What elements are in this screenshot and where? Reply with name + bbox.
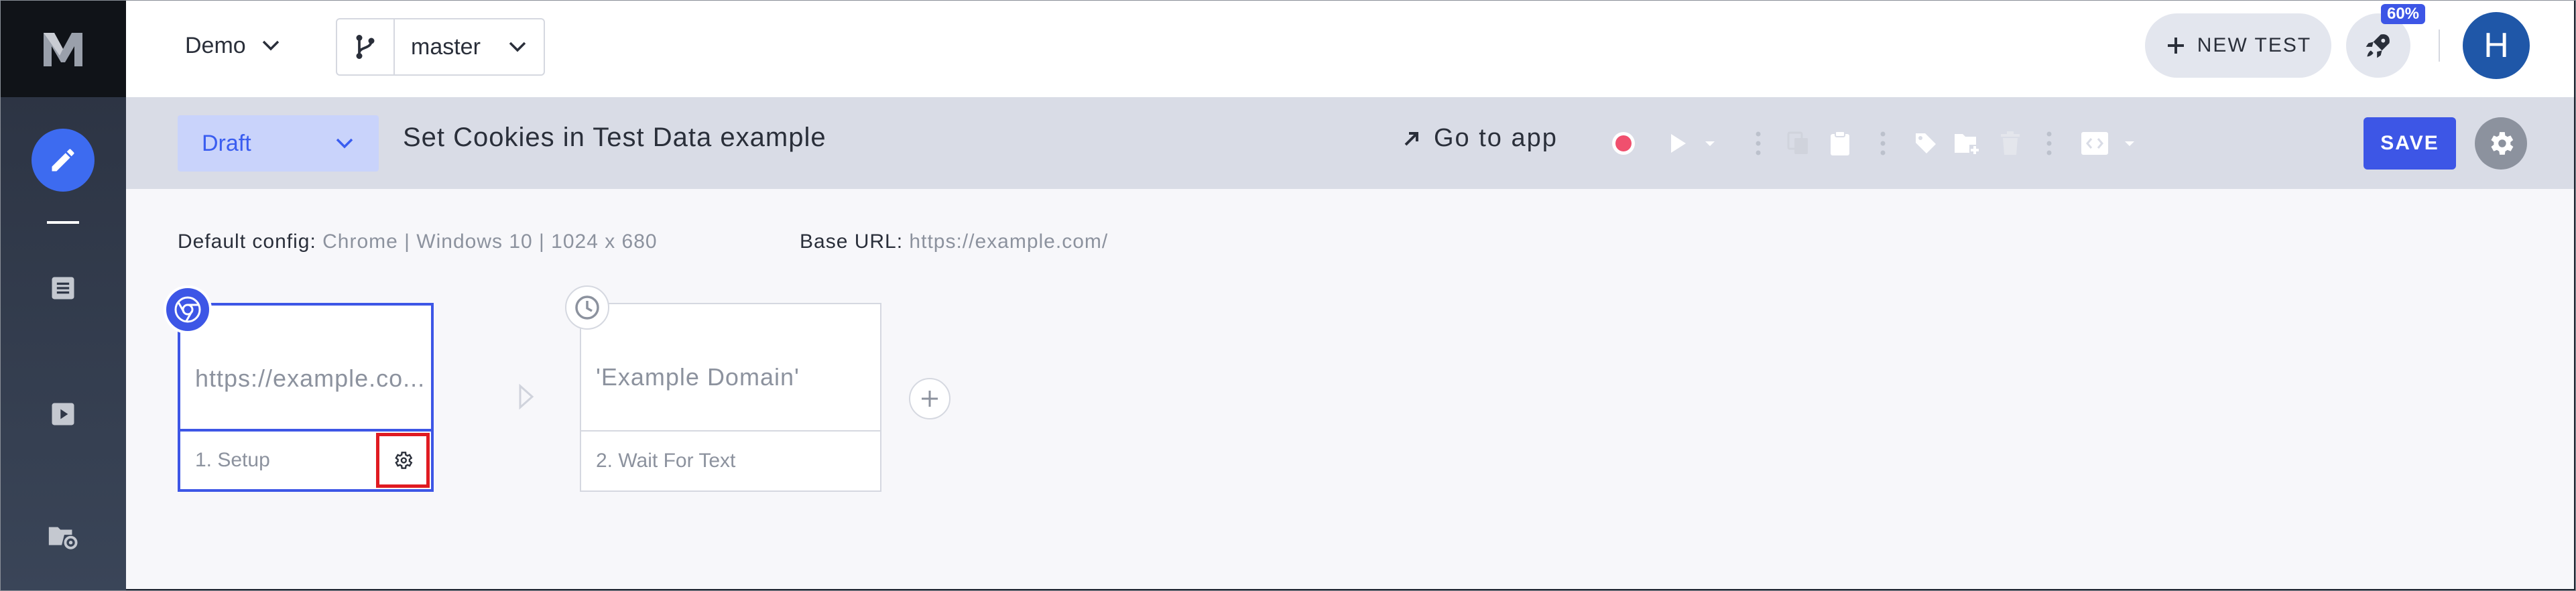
clipboard-icon	[1831, 131, 1849, 155]
gear-icon	[2491, 132, 2514, 155]
new-test-button[interactable]: NEW TEST	[2145, 13, 2331, 78]
copy-button[interactable]	[1782, 127, 1815, 160]
pencil-icon	[52, 149, 74, 172]
browser-badge	[164, 285, 212, 334]
project-selector[interactable]: Demo	[185, 27, 281, 64]
step-connector	[517, 383, 535, 413]
code-export-button[interactable]	[2078, 127, 2111, 160]
kebab-icon	[1756, 131, 1761, 155]
test-list-nav-button[interactable]	[0, 273, 126, 303]
play-box-icon	[52, 403, 74, 425]
tag-button[interactable]	[1909, 127, 1943, 160]
run-options-dropdown[interactable]	[1693, 127, 1727, 160]
code-export-dropdown[interactable]	[2113, 127, 2146, 160]
default-config-label: Default config:	[178, 231, 316, 253]
run-button[interactable]	[1661, 127, 1695, 160]
folder-plus-icon	[1955, 134, 1979, 154]
code-icon	[2081, 132, 2108, 155]
step-text: https://example.co...	[195, 365, 426, 392]
plus-icon	[2167, 38, 2184, 54]
default-config[interactable]: Default config: Chrome | Windows 10 | 10…	[178, 231, 658, 253]
branch-icon-box	[337, 19, 395, 74]
base-url[interactable]: Base URL: https://example.com/	[800, 231, 1108, 253]
step-text: 'Example Domain'	[596, 363, 800, 391]
progress-badge: 60%	[2381, 4, 2425, 24]
branch-selector[interactable]: master	[336, 18, 545, 76]
test-settings-button[interactable]	[2475, 117, 2527, 170]
caret-down-icon	[2125, 141, 2134, 146]
step-settings-button[interactable]	[376, 433, 430, 488]
base-url-label: Base URL:	[800, 231, 904, 253]
tag-icon	[1916, 133, 1936, 153]
status-dropdown[interactable]: Draft	[178, 115, 379, 172]
arrow-up-right-icon	[1404, 131, 1418, 145]
play-icon	[1671, 134, 1686, 153]
record-icon	[1612, 132, 1635, 155]
active-indicator	[47, 221, 79, 224]
record-button[interactable]	[1607, 127, 1640, 160]
plus-icon	[922, 391, 938, 407]
more-menu-1[interactable]	[1741, 127, 1775, 160]
save-button[interactable]: SAVE	[2364, 117, 2456, 170]
add-step-button[interactable]	[909, 378, 950, 419]
gear-icon	[395, 452, 413, 469]
test-title[interactable]: Set Cookies in Test Data example	[403, 123, 826, 153]
paste-button[interactable]	[1823, 127, 1857, 160]
branch-name: master	[411, 34, 481, 60]
step-label: 1. Setup	[195, 449, 270, 471]
more-menu-2[interactable]	[1866, 127, 1900, 160]
runs-nav-button[interactable]	[0, 399, 126, 429]
chevron-down-icon	[336, 138, 353, 149]
add-to-folder-button[interactable]	[1951, 127, 1984, 160]
chevron-down-icon	[262, 40, 279, 51]
chrome-icon	[174, 296, 201, 323]
rocket-icon	[2366, 34, 2390, 58]
chevron-right-icon	[519, 383, 534, 410]
logo[interactable]	[0, 0, 126, 97]
trash-icon	[2001, 131, 2020, 155]
go-to-app-label: Go to app	[1434, 124, 1558, 152]
top-header: Demo master NEW TEST 60% H	[126, 0, 2574, 98]
step-card-wait-for-text[interactable]: 'Example Domain' 2. Wait For Text	[580, 303, 881, 492]
kebab-icon	[2046, 131, 2052, 155]
step-card-setup[interactable]: https://example.co... 1. Setup	[178, 303, 434, 492]
clock-icon	[575, 296, 599, 320]
more-menu-3[interactable]	[2032, 127, 2066, 160]
project-settings-nav-button[interactable]	[0, 523, 126, 552]
step-label: 2. Wait For Text	[596, 450, 736, 472]
sidebar	[0, 0, 126, 591]
default-config-value: Chrome | Windows 10 | 1024 x 680	[322, 231, 658, 253]
chevron-down-icon	[509, 42, 526, 52]
new-test-label: NEW TEST	[2197, 34, 2312, 56]
kebab-icon	[1880, 131, 1886, 155]
copy-icon	[1787, 131, 1808, 154]
delete-button[interactable]	[1994, 127, 2027, 160]
caret-down-icon	[1705, 141, 1715, 146]
status-label: Draft	[202, 130, 251, 156]
divider	[2439, 29, 2440, 62]
git-branch-icon	[356, 35, 375, 59]
m-logo-icon	[44, 32, 82, 66]
project-name: Demo	[185, 32, 246, 58]
go-to-app-link[interactable]: Go to app	[1403, 124, 1558, 153]
test-toolbar: Draft Set Cookies in Test Data example G…	[126, 97, 2574, 189]
step-footer: 2. Wait For Text	[581, 430, 880, 490]
step-type-badge	[565, 285, 609, 330]
editor-nav-button[interactable]	[32, 129, 95, 192]
user-avatar[interactable]: H	[2463, 12, 2530, 79]
base-url-value: https://example.com/	[909, 231, 1109, 253]
list-icon	[52, 277, 74, 300]
folder-settings-icon	[48, 527, 78, 549]
test-canvas: Default config: Chrome | Windows 10 | 10…	[126, 189, 2574, 589]
